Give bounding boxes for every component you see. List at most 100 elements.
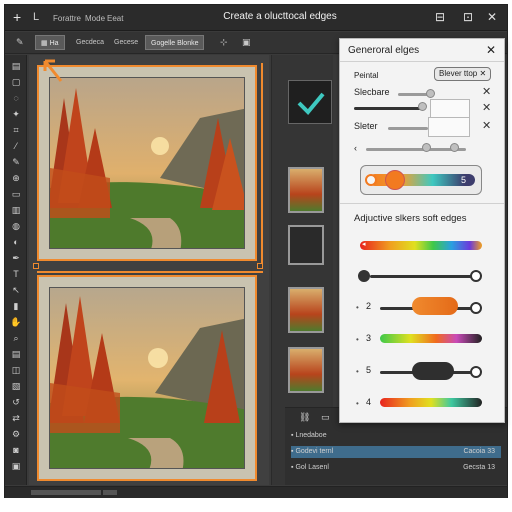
text-icon[interactable]: T [10, 269, 22, 279]
row2-remove-icon[interactable]: ✕ [482, 101, 491, 114]
menu-item-mode[interactable]: Mode [85, 14, 105, 23]
row2-track[interactable] [354, 107, 424, 110]
layer-row[interactable]: ▪ Gol Lasenl Gecsta 13 [291, 462, 501, 474]
row4-knob[interactable] [422, 143, 431, 152]
layer-value: Gecsta 13 [463, 464, 495, 471]
zoom-icon[interactable]: ⌕ [10, 333, 22, 343]
artwork-top[interactable] [37, 65, 257, 261]
panel-close-icon[interactable]: ✕ [486, 43, 496, 57]
row4-knob-end[interactable] [450, 143, 459, 152]
tab-gogelle-blonke[interactable]: Gogelle Blonke [145, 35, 205, 50]
thumbnail[interactable] [288, 225, 324, 265]
layer-row-selected[interactable]: ▪ Godevi ternl Cacoia 33 [291, 446, 501, 458]
layer-row[interactable]: ▪ Lnedaboe [291, 430, 501, 442]
selection-handle[interactable] [33, 263, 39, 269]
dodge-icon[interactable]: ◐ [10, 237, 22, 247]
artwork-bottom[interactable] [37, 275, 257, 481]
crop-icon[interactable]: ⌗ [10, 125, 22, 135]
grid-toggle-button[interactable]: ▦ Ha [35, 35, 65, 50]
slider-d-handle[interactable] [412, 362, 454, 380]
bullet-icon: • [356, 303, 359, 312]
layer-icon[interactable]: ▤ [10, 349, 22, 359]
blur-icon[interactable]: ◍ [10, 221, 22, 231]
gradient-icon[interactable]: ▥ [10, 205, 22, 215]
hue-value: 5 [461, 175, 467, 185]
menu-item-eeat[interactable]: Eeat [107, 14, 123, 23]
row1-label: Slecbare [354, 87, 390, 97]
layer-name: Gol Lasenl [295, 464, 329, 471]
bullet-icon: • [356, 335, 359, 344]
swap-colors-icon[interactable]: ⇄ [10, 413, 22, 423]
path-icon[interactable]: ↖ [10, 285, 22, 295]
brush-icon[interactable]: ✎ [10, 157, 22, 167]
slider-a-end[interactable] [470, 270, 482, 282]
slider-b-handle[interactable] [412, 297, 458, 315]
quickmask-icon[interactable]: ◙ [10, 445, 22, 455]
lasso-icon[interactable]: ◌ [10, 93, 22, 103]
settings-icon[interactable]: ⚙ [10, 429, 22, 439]
maximize-icon[interactable]: ⊡ [463, 10, 473, 24]
tab-gecdeca[interactable]: Gecdeca [71, 35, 109, 50]
ruler-icon[interactable]: L [33, 11, 39, 23]
grid-toggle-label: Ha [49, 40, 59, 47]
preset-pill-close-icon[interactable]: ✕ [479, 69, 486, 78]
row3-remove-icon[interactable]: ✕ [482, 119, 491, 132]
slider-d-end[interactable] [470, 366, 482, 378]
shape-icon[interactable]: ▮ [10, 301, 22, 311]
menu-item-forattre[interactable]: Forattre [53, 14, 81, 23]
selection-handle[interactable] [257, 263, 263, 269]
minimize-icon[interactable]: ⊟ [435, 10, 445, 24]
hue-knob-start[interactable] [365, 174, 377, 186]
confirm-preview[interactable] [288, 80, 332, 124]
tab-gecese[interactable]: Gecese [109, 35, 143, 50]
canvas-area[interactable] [29, 55, 269, 485]
move-icon[interactable]: ▤ [10, 61, 22, 71]
hue-knob[interactable] [385, 170, 405, 190]
marquee-icon[interactable]: ▢ [10, 77, 22, 87]
pen-tool-icon[interactable]: ✎ [11, 35, 29, 50]
layer-name: Lnedaboe [295, 432, 327, 439]
landscape-image-bottom [49, 287, 245, 469]
row2-knob[interactable] [418, 102, 427, 111]
move-tool-icon[interactable]: ⊹ [215, 35, 233, 50]
row3-track[interactable] [388, 127, 428, 130]
row1-knob[interactable] [426, 89, 435, 98]
hand-icon[interactable]: ✋ [10, 317, 22, 327]
status-bar [5, 486, 507, 498]
arrow-left-icon[interactable]: ‹ [354, 143, 357, 153]
edges-panel: Generoral elges ✕ Peintal Blever ttop ✕ … [339, 38, 505, 423]
slider-e-gradient[interactable] [380, 398, 482, 407]
slider-a-track[interactable] [370, 275, 474, 278]
thumbnail[interactable] [288, 167, 324, 213]
magic-wand-icon[interactable]: ✦ [10, 109, 22, 119]
row1-remove-icon[interactable]: ✕ [482, 85, 491, 98]
mask-icon[interactable]: ◫ [10, 365, 22, 375]
thumbnail[interactable] [288, 347, 324, 393]
selection-edge-middle [37, 271, 263, 273]
pen-icon[interactable]: ✒ [10, 253, 22, 263]
folder-icon[interactable]: ▭ [321, 412, 330, 423]
preset-pill-label: Blever ttop [439, 69, 478, 78]
layer-value: Cacoia 33 [463, 448, 495, 455]
add-icon[interactable]: + [13, 9, 21, 25]
history-icon[interactable]: ↺ [10, 397, 22, 407]
thumbnail[interactable] [288, 287, 324, 333]
clone-icon[interactable]: ⊕ [10, 173, 22, 183]
hue-slider-box[interactable]: 5 [360, 165, 482, 195]
row1-track[interactable] [398, 93, 428, 96]
slider-a-start[interactable] [358, 270, 370, 282]
close-icon[interactable]: ✕ [487, 10, 497, 24]
slider-c-gradient[interactable] [380, 334, 482, 343]
channel-icon[interactable]: ▧ [10, 381, 22, 391]
screen-mode-icon[interactable]: ▣ [10, 461, 22, 471]
slider-b-end[interactable] [470, 302, 482, 314]
eraser-icon[interactable]: ▭ [10, 189, 22, 199]
spectrum-slider[interactable] [360, 241, 482, 250]
layer-name: Godevi ternl [295, 448, 334, 455]
eyedropper-icon[interactable]: ⁄ [10, 141, 22, 151]
preset-pill[interactable]: Blever ttop ✕ [434, 67, 492, 81]
row3-box[interactable] [428, 117, 470, 137]
transform-tool-icon[interactable]: ▣ [237, 35, 256, 50]
link-icon[interactable]: ⛓ [299, 412, 310, 423]
status-progress [31, 490, 101, 495]
